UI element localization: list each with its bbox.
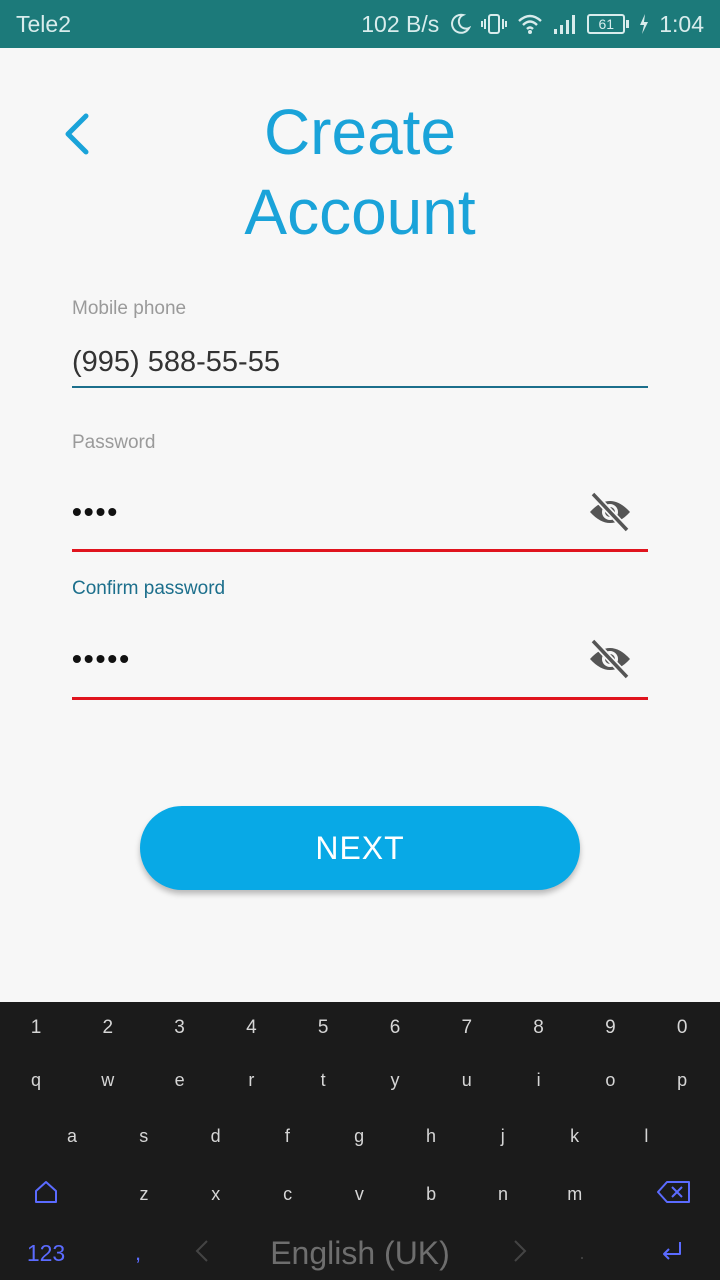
number-key-1[interactable]: 1 xyxy=(6,1002,66,1054)
letter-key-q[interactable]: q xyxy=(6,1054,66,1106)
keyboard-row-2: asdfghjkl xyxy=(0,1110,720,1162)
number-key-4[interactable]: 4 xyxy=(221,1002,281,1054)
letter-key-i[interactable]: i xyxy=(509,1054,569,1106)
keyboard: 1234567890 qwertyuiop asdfghjkl zxcvbnm … xyxy=(0,1002,720,1280)
letter-key-e[interactable]: e xyxy=(150,1054,210,1106)
confirm-password-value: ••••• xyxy=(72,642,132,674)
keyboard-bottom-row: 123 , English (UK) . xyxy=(0,1226,720,1280)
page-title: Create Account xyxy=(160,92,560,252)
letter-key-m[interactable]: m xyxy=(545,1168,605,1220)
carrier-name: Tele2 xyxy=(16,10,71,37)
letter-key-t[interactable]: t xyxy=(293,1054,353,1106)
moon-icon xyxy=(449,13,472,35)
charging-icon xyxy=(639,13,649,35)
letter-key-h[interactable]: h xyxy=(401,1110,461,1162)
letter-key-w[interactable]: w xyxy=(78,1054,138,1106)
letter-key-c[interactable]: c xyxy=(258,1168,318,1220)
number-key-3[interactable]: 3 xyxy=(150,1002,210,1054)
number-key-8[interactable]: 8 xyxy=(509,1002,569,1054)
title-line-1: Create xyxy=(263,96,457,168)
confirm-password-input[interactable]: ••••• xyxy=(72,620,648,700)
network-speed: 102 B/s xyxy=(361,10,440,37)
letter-key-u[interactable]: u xyxy=(437,1054,497,1106)
password-value: •••• xyxy=(72,495,120,527)
letter-key-a[interactable]: a xyxy=(42,1110,102,1162)
letter-key-f[interactable]: f xyxy=(257,1110,317,1162)
number-key-0[interactable]: 0 xyxy=(652,1002,712,1054)
shift-icon xyxy=(33,1179,59,1210)
mobile-phone-label: Mobile phone xyxy=(72,298,187,319)
eye-off-icon[interactable] xyxy=(586,635,634,683)
enter-icon xyxy=(660,1240,684,1267)
keyboard-number-row: 1234567890 xyxy=(0,1002,720,1054)
mobile-phone-value: (995) 588-55-55 xyxy=(72,345,280,378)
comma-key[interactable]: , xyxy=(108,1226,168,1280)
keyboard-row-3: zxcvbnm xyxy=(0,1168,720,1220)
letter-key-o[interactable]: o xyxy=(580,1054,640,1106)
clock: 1:04 xyxy=(659,10,704,37)
period-key[interactable]: . xyxy=(552,1226,612,1280)
cursor-left-key[interactable] xyxy=(172,1226,232,1280)
backspace-key[interactable] xyxy=(644,1168,704,1220)
shift-key[interactable] xyxy=(16,1168,76,1220)
letter-key-k[interactable]: k xyxy=(545,1110,605,1162)
eye-off-icon[interactable] xyxy=(586,488,634,536)
letter-key-r[interactable]: r xyxy=(221,1054,281,1106)
confirm-password-field: Confirm password ••••• xyxy=(72,578,648,700)
number-key-6[interactable]: 6 xyxy=(365,1002,425,1054)
mobile-phone-field: Mobile phone (995) 588-55-55 xyxy=(72,298,648,388)
letter-key-x[interactable]: x xyxy=(186,1168,246,1220)
signal-icon xyxy=(553,13,577,35)
space-key[interactable]: English (UK) xyxy=(230,1226,490,1280)
letter-key-p[interactable]: p xyxy=(652,1054,712,1106)
next-button[interactable]: NEXT xyxy=(140,806,580,890)
chevron-left-icon xyxy=(62,113,92,160)
status-icons: 102 B/s 61 1:04 xyxy=(361,11,704,38)
status-bar: Tele2 102 B/s 61 1:04 xyxy=(0,0,720,48)
letter-key-l[interactable]: l xyxy=(616,1110,676,1162)
battery-icon: 61 xyxy=(587,14,630,34)
vibrate-icon xyxy=(481,13,508,35)
keyboard-row-1: qwertyuiop xyxy=(0,1054,720,1106)
mobile-phone-input[interactable]: (995) 588-55-55 xyxy=(72,338,648,388)
enter-key[interactable] xyxy=(642,1226,702,1280)
letter-key-j[interactable]: j xyxy=(473,1110,533,1162)
password-label: Password xyxy=(72,432,156,453)
number-key-7[interactable]: 7 xyxy=(437,1002,497,1054)
numbers-toggle-key[interactable]: 123 xyxy=(16,1226,76,1280)
chevron-left-icon xyxy=(195,1239,209,1268)
letter-key-d[interactable]: d xyxy=(186,1110,246,1162)
password-field: Password •••• xyxy=(72,432,648,552)
title-line-2: Account xyxy=(244,176,476,248)
confirm-password-label: Confirm password xyxy=(72,578,226,599)
letter-key-s[interactable]: s xyxy=(114,1110,174,1162)
letter-key-v[interactable]: v xyxy=(329,1168,389,1220)
cursor-right-key[interactable] xyxy=(490,1226,550,1280)
number-key-9[interactable]: 9 xyxy=(580,1002,640,1054)
battery-level: 61 xyxy=(587,14,626,34)
number-key-2[interactable]: 2 xyxy=(78,1002,138,1054)
letter-key-z[interactable]: z xyxy=(114,1168,174,1220)
password-input[interactable]: •••• xyxy=(72,474,648,552)
back-button[interactable] xyxy=(52,108,102,164)
backspace-icon xyxy=(657,1180,691,1209)
letter-key-n[interactable]: n xyxy=(473,1168,533,1220)
letter-key-y[interactable]: y xyxy=(365,1054,425,1106)
letter-key-b[interactable]: b xyxy=(401,1168,461,1220)
number-key-5[interactable]: 5 xyxy=(293,1002,353,1054)
wifi-icon xyxy=(517,13,543,35)
letter-key-g[interactable]: g xyxy=(329,1110,389,1162)
chevron-right-icon xyxy=(513,1239,527,1268)
